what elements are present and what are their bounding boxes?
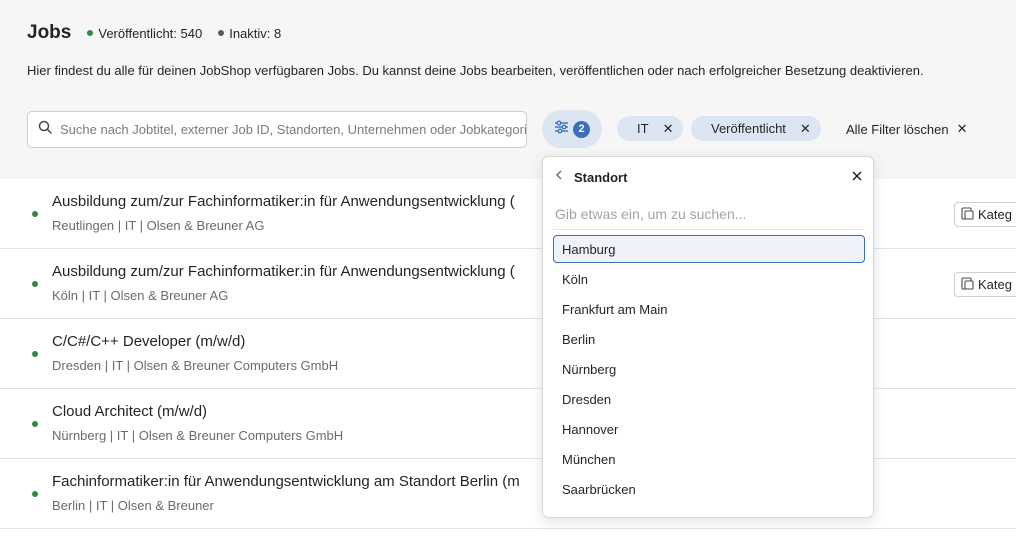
search-icon (38, 120, 52, 139)
published-dot-icon (87, 30, 94, 36)
category-label: Kateg (978, 277, 1012, 292)
dropdown-title: Standort (574, 170, 628, 185)
category-icon (961, 276, 974, 293)
divider (553, 229, 865, 230)
sliders-icon (554, 120, 569, 139)
inactive-dot-icon (218, 30, 225, 36)
remove-chip-close-icon[interactable]: ✕ (663, 121, 674, 137)
location-search-input[interactable] (555, 201, 861, 227)
location-option[interactable]: Nürnberg (553, 355, 865, 383)
close-icon[interactable] (851, 169, 863, 187)
page-title: Jobs (27, 22, 72, 43)
category-button[interactable]: Kateg (954, 272, 1016, 297)
job-meta: Berlin | IT | Olsen & Breuner (52, 498, 214, 513)
job-title[interactable]: Fachinformatiker:in für Anwendungsentwic… (52, 473, 520, 490)
job-title[interactable]: Cloud Architect (m/w/d) (52, 403, 207, 420)
header-section: Jobs Veröffentlicht: 540 Inaktiv: 8 Hier… (0, 0, 1016, 179)
filter-chip-label: IT (637, 121, 649, 136)
status-dot-icon (32, 351, 38, 357)
dropdown-header: Standort (543, 157, 873, 197)
filter-button[interactable]: 2 (542, 110, 602, 148)
job-title[interactable]: C/C#/C++ Developer (m/w/d) (52, 333, 245, 350)
job-title[interactable]: Ausbildung zum/zur Fachinformatiker:in f… (52, 263, 515, 280)
category-label: Kateg (978, 207, 1012, 222)
filter-chip-label: Veröffentlicht (711, 121, 786, 136)
clear-filters-label: Alle Filter löschen (846, 121, 949, 137)
status-dot-icon (32, 211, 38, 217)
location-dropdown: Standort Hamburg Köln Frankfurt am Main … (542, 156, 874, 518)
job-meta: Reutlingen | IT | Olsen & Breuner AG (52, 218, 265, 233)
status-published: Veröffentlicht: 540 (87, 26, 202, 41)
back-chevron-icon[interactable] (555, 169, 563, 184)
status-dot-icon (32, 281, 38, 287)
job-meta: Nürnberg | IT | Olsen & Breuner Computer… (52, 428, 344, 443)
job-title[interactable]: Ausbildung zum/zur Fachinformatiker:in f… (52, 193, 515, 210)
clear-filters-button[interactable]: Alle Filter löschen ✕ (846, 121, 968, 137)
title-row: Jobs Veröffentlicht: 540 Inaktiv: 8 (27, 22, 281, 44)
published-count: Veröffentlicht: 540 (98, 25, 203, 41)
status-dot-icon (32, 421, 38, 427)
category-icon (961, 206, 974, 223)
location-option[interactable]: Frankfurt am Main (553, 295, 865, 323)
filter-chip-published[interactable]: Veröffentlicht ✕ (691, 116, 821, 141)
location-option[interactable]: Dresden (553, 385, 865, 413)
remove-chip-close-icon[interactable]: ✕ (800, 121, 811, 137)
location-option[interactable]: Saarbrücken (553, 475, 865, 503)
job-meta: Köln | IT | Olsen & Breuner AG (52, 288, 229, 303)
location-option[interactable]: Berlin (553, 325, 865, 353)
page-description: Hier findest du alle für deinen JobShop … (27, 63, 924, 78)
location-option[interactable]: München (553, 445, 865, 473)
filter-count-badge: 2 (573, 120, 590, 138)
search-box[interactable] (27, 111, 527, 148)
jobs-page: Jobs Veröffentlicht: 540 Inaktiv: 8 Hier… (0, 0, 1016, 542)
filter-chip-it[interactable]: IT ✕ (617, 116, 684, 141)
location-option[interactable]: Köln (553, 265, 865, 293)
location-option[interactable]: Hannover (553, 415, 865, 443)
location-option[interactable]: Hamburg (553, 235, 865, 263)
job-meta: Dresden | IT | Olsen & Breuner Computers… (52, 358, 339, 373)
clear-close-icon: ✕ (956, 121, 968, 136)
status-dot-icon (32, 491, 38, 497)
status-inactive: Inaktiv: 8 (218, 26, 281, 41)
inactive-count: Inaktiv: 8 (229, 25, 282, 41)
category-button[interactable]: Kateg (954, 202, 1016, 227)
location-options-list: Hamburg Köln Frankfurt am Main Berlin Nü… (553, 235, 865, 505)
search-input[interactable] (60, 122, 526, 137)
